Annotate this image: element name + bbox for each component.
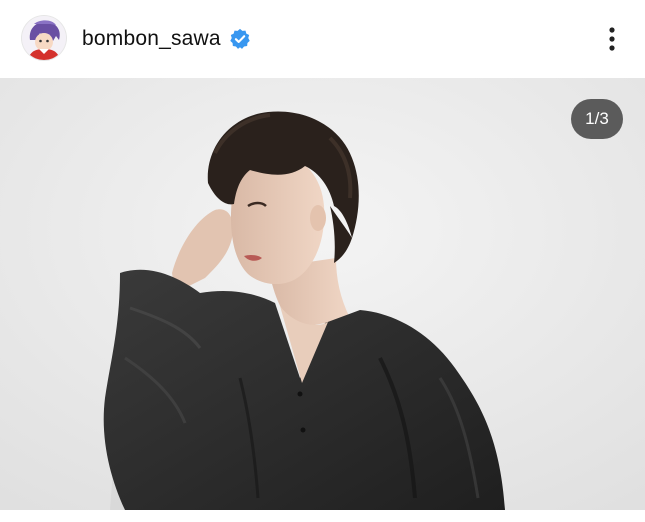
username[interactable]: bombon_sawa [82, 26, 221, 52]
instagram-post: bombon_sawa 1/3 [0, 0, 645, 522]
post-photo[interactable] [0, 78, 645, 510]
avatar-icon [22, 16, 66, 60]
post-header: bombon_sawa [0, 0, 645, 78]
image-counter: 1/3 [571, 99, 623, 139]
more-vertical-icon[interactable] [598, 24, 626, 54]
portrait-image [0, 78, 645, 510]
profile-avatar[interactable] [22, 16, 66, 60]
verified-badge-icon [230, 28, 250, 49]
bottom-spacer [0, 510, 645, 522]
